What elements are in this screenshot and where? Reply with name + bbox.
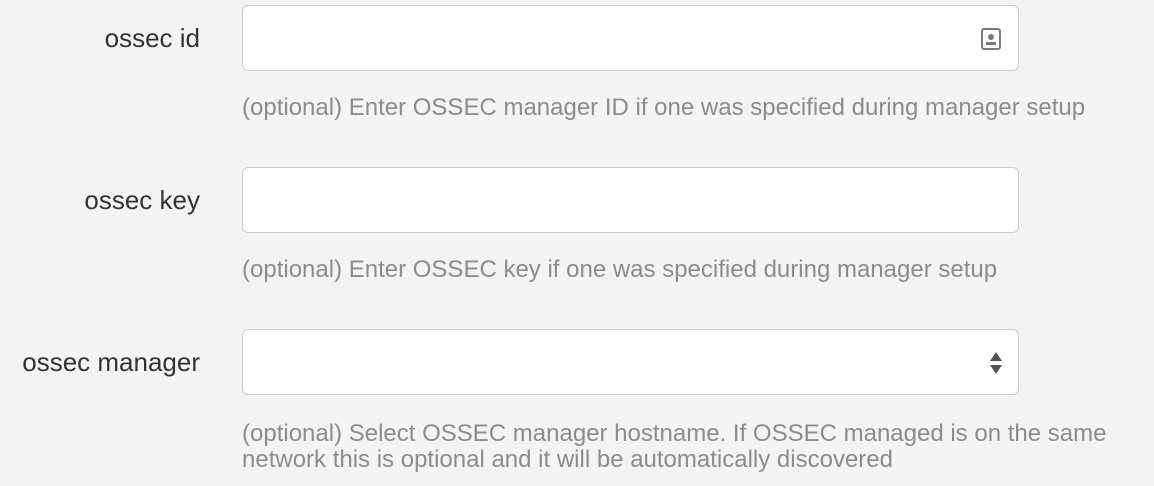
ossec-id-input[interactable]	[243, 6, 1018, 70]
ossec-key-input[interactable]	[243, 168, 1018, 232]
ossec-key-label: ossec key	[84, 185, 200, 215]
ossec-settings-form: ossec id (optional) Enter OSSEC manager …	[0, 0, 1154, 486]
contact-card-icon[interactable]	[980, 27, 1002, 51]
ossec-id-field-wrapper	[242, 5, 1019, 71]
ossec-manager-label: ossec manager	[22, 347, 200, 377]
ossec-id-help: (optional) Enter OSSEC manager ID if one…	[242, 94, 1086, 121]
ossec-key-field-wrapper	[242, 167, 1019, 233]
ossec-manager-help: (optional) Select OSSEC manager hostname…	[242, 420, 1107, 473]
select-arrows-icon	[990, 352, 1002, 374]
ossec-id-label: ossec id	[104, 23, 200, 53]
ossec-key-help: (optional) Enter OSSEC key if one was sp…	[242, 256, 998, 283]
ossec-manager-select[interactable]	[242, 329, 1019, 395]
